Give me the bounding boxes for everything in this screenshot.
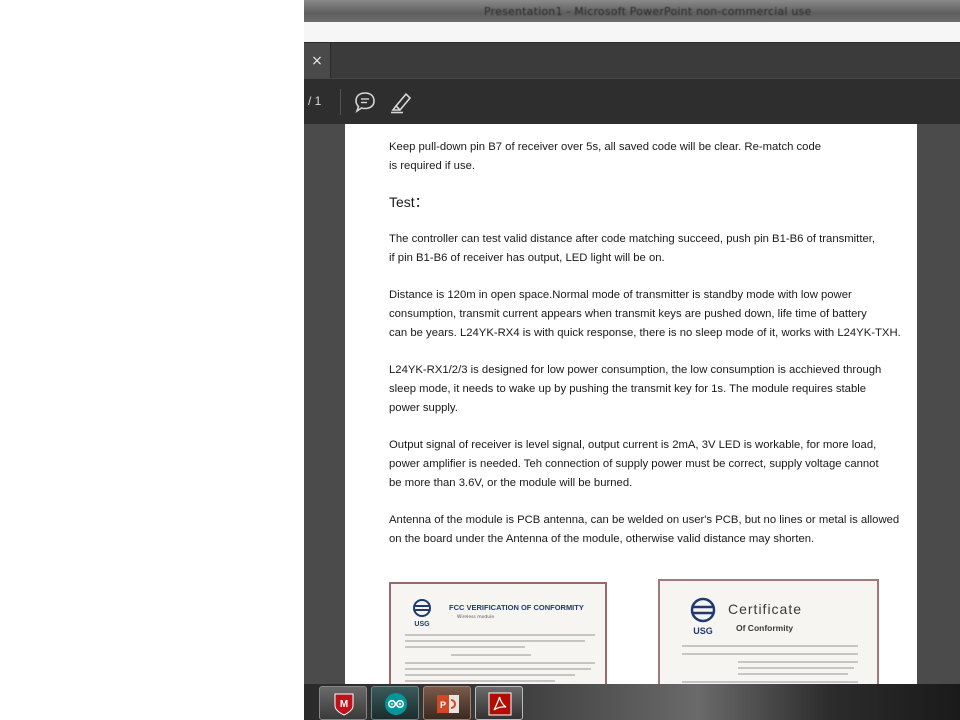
fine-print-line (738, 673, 848, 675)
fine-print-line (451, 654, 531, 656)
comment-icon (355, 92, 375, 113)
document-viewer[interactable]: Keep pull-down pin B7 of receiver over 5… (304, 124, 960, 684)
page-text: Keep pull-down pin B7 of receiver over 5… (389, 138, 911, 549)
usg-logo-text: USG (693, 626, 713, 636)
taskbar-powerpoint-button[interactable]: P (423, 686, 471, 720)
fine-print-line (682, 653, 858, 655)
document-tab-bar: × (304, 42, 960, 79)
highlight-button[interactable] (388, 89, 414, 115)
toolbar-divider (340, 89, 341, 115)
fine-print-line (738, 667, 854, 669)
left-blank-area (0, 0, 304, 720)
pdf-page: Keep pull-down pin B7 of receiver over 5… (345, 124, 917, 684)
acrobat-icon (488, 692, 512, 716)
paragraph-low-power: L24YK-RX1/2/3 is designed for low power … (389, 364, 882, 414)
certificate-subtitle: Of Conformity (736, 623, 794, 633)
fine-print-line (405, 662, 595, 664)
fine-print-line (738, 661, 858, 663)
certificate-title: Certificate (728, 601, 803, 617)
paragraph-reset: Keep pull-down pin B7 of receiver over 5… (389, 141, 822, 172)
comment-button[interactable] (352, 89, 378, 115)
mcafee-icon: M (334, 693, 354, 716)
fine-print-line (405, 680, 555, 682)
menu-strip (304, 22, 960, 42)
window-title: Presentation1 - Microsoft PowerPoint non… (484, 5, 812, 18)
fcc-subtitle: Wireless module (457, 615, 495, 620)
fcc-title: FCC VERIFICATION OF CONFORMITY (449, 603, 584, 612)
paragraph-test: The controller can test valid distance a… (389, 233, 876, 264)
page-count: / 1 (308, 94, 322, 108)
conformity-certificate-image: USG Certificate Of Conformity (658, 579, 879, 684)
usg-logo-icon: USG (690, 597, 716, 636)
taskbar-mcafee-button[interactable]: M (319, 686, 367, 720)
taskbar-arduino-button[interactable] (371, 686, 419, 720)
fine-print-line (682, 681, 858, 683)
svg-text:P: P (440, 700, 446, 710)
fine-print-line (405, 646, 525, 648)
svg-text:M: M (340, 699, 348, 710)
fine-print-line (405, 674, 575, 676)
reader-toolbar: / 1 (304, 78, 960, 125)
paragraph-distance: Distance is 120m in open space.Normal mo… (389, 289, 901, 339)
test-heading: Test： (389, 194, 429, 210)
close-tab-button[interactable]: × (304, 43, 331, 79)
window-titlebar: Presentation1 - Microsoft PowerPoint non… (304, 0, 960, 22)
usg-logo-icon: USG (413, 599, 431, 628)
usg-logo-text: USG (414, 621, 430, 628)
fcc-certificate-image: USG FCC VERIFICATION OF CONFORMITY Wirel… (389, 582, 607, 684)
arduino-icon (385, 693, 407, 715)
taskbar-acrobat-button[interactable] (475, 686, 523, 720)
fine-print-line (405, 640, 585, 642)
fine-print-line (682, 645, 858, 647)
paragraph-antenna: Antenna of the module is PCB antenna, ca… (389, 514, 900, 545)
powerpoint-icon: P (437, 695, 459, 713)
paragraph-output: Output signal of receiver is level signa… (389, 439, 879, 489)
windows-taskbar: M P (304, 684, 960, 720)
fine-print-line (405, 634, 595, 636)
highlighter-icon (391, 92, 412, 114)
fine-print-line (405, 668, 591, 670)
